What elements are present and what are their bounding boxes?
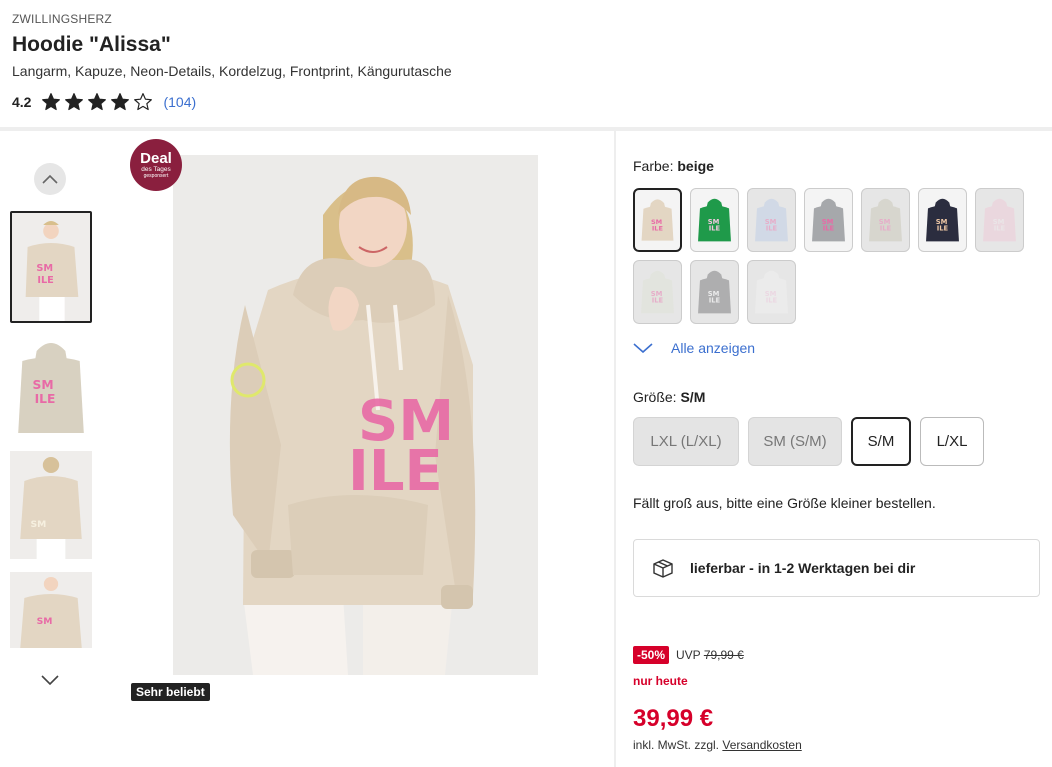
thumbnail-scroll-up-button[interactable] [34,163,66,195]
svg-text:ILE: ILE [937,225,949,233]
rating-count-link[interactable]: (104) [163,94,196,110]
color-label: Farbe: beige [633,158,714,174]
swatch-image: SMILE [641,199,674,241]
selected-color: beige [677,158,714,174]
chevron-up-icon [42,174,58,184]
swatch-image: SMILE [698,198,731,242]
color-swatches: SM ILE SM ILE SM ILE SM ILE SM ILE SM ILE SM ILE SM ILE… [633,188,1033,324]
chevron-down-icon [41,675,59,685]
svg-text:ILE: ILE [348,439,443,504]
swatch-image: SMILE [869,198,902,242]
svg-text:SM: SM [31,520,47,530]
thumbnail-image: SM [10,572,92,648]
svg-text:ILE: ILE [709,225,721,233]
star-empty-icon [134,93,153,111]
thumbnail-scroll-down-button[interactable] [34,664,66,696]
tax-info: inkl. MwSt. zzgl. Versandkosten [633,738,802,752]
thumbnail-1[interactable]: SM ILE [10,211,92,323]
color-swatch[interactable]: SM ILE [633,260,682,324]
thumbnail-image: SM [10,451,92,559]
svg-text:ILE: ILE [823,225,835,233]
size-option-button[interactable]: LXL (L/XL) [633,417,739,466]
rating-value: 4.2 [12,94,32,110]
product-title: Hoodie "Alissa" [12,33,171,56]
color-swatch[interactable]: SM ILE [747,188,796,252]
thumbnail-2[interactable]: SM ILE [10,333,92,439]
thumbnail-image: SM ILE [10,333,92,439]
svg-text:ILE: ILE [709,297,721,305]
uvp-price: UVP 79,99 € [676,648,744,662]
tax-text: inkl. MwSt. zzgl. [633,738,720,752]
thumbnail-3[interactable]: SM [10,451,92,559]
brand-name[interactable]: ZWILLINGSHERZ [12,12,112,26]
thumbnail-image: SM ILE [12,213,90,321]
svg-text:ILE: ILE [880,225,892,233]
discount-badge: -50% [633,646,670,664]
header-divider [0,127,1052,131]
svg-text:SM: SM [33,378,54,392]
selected-size: S/M [680,389,706,405]
deal-badge-sponsored: gesponsert [143,173,169,179]
svg-text:ILE: ILE [766,297,778,305]
color-swatch[interactable]: SM ILE [804,188,853,252]
size-hint: Fällt groß aus, bitte eine Größe kleiner… [633,495,936,511]
swatch-image: SMILE [698,270,731,314]
star-filled-icon [65,93,84,111]
deal-badge-subtitle: des Tages [141,166,171,173]
svg-text:ILE: ILE [35,392,56,406]
svg-text:ILE: ILE [652,224,663,232]
star-filled-icon [42,93,61,111]
star-filled-icon [111,93,130,111]
svg-text:ILE: ILE [37,275,54,286]
main-product-image[interactable]: SM ILE [173,155,538,675]
delivery-text: lieferbar - in 1-2 Werktagen bei dir [690,560,916,576]
svg-text:SM: SM [37,617,53,627]
size-label: Größe: S/M [633,389,705,405]
size-options: LXL (L/XL) SM (S/M) S/M L/XL [633,417,984,466]
svg-text:SM: SM [36,263,53,274]
star-filled-icon [88,93,107,111]
color-swatch[interactable]: SM ILE [690,188,739,252]
size-option-button[interactable]: L/XL [920,417,984,466]
rating[interactable]: 4.2 (104) [12,91,196,113]
product-photo: SM ILE [173,155,538,675]
deal-badge: Deal des Tages gesponsert [130,139,182,191]
color-swatch[interactable]: SM ILE [633,188,682,252]
swatch-image: SMILE [812,198,845,242]
size-option-button[interactable]: SM (S/M) [748,417,842,466]
color-swatch[interactable]: SM ILE [918,188,967,252]
color-swatch[interactable]: SM ILE [861,188,910,252]
product-subtitle: Langarm, Kapuze, Neon-Details, Kordelzug… [12,63,452,79]
size-option-button[interactable]: S/M [851,417,911,466]
color-swatch[interactable]: SM ILE [747,260,796,324]
svg-text:ILE: ILE [652,297,664,305]
package-icon [653,559,673,578]
deal-badge-title: Deal [140,150,172,167]
shipping-costs-link[interactable]: Versandkosten [722,738,801,752]
swatch-image: SMILE [926,198,959,242]
color-swatch[interactable]: SM ILE [690,260,739,324]
column-divider [614,131,616,767]
swatch-image: SMILE [755,198,788,242]
uvp-value: 79,99 € [703,648,744,662]
swatch-image: SMILE [641,270,674,314]
swatch-image: SMILE [755,270,788,314]
rating-stars [41,92,153,112]
chevron-down-icon [633,343,653,353]
uvp-label: UVP [676,648,701,662]
swatch-image: SMILE [983,198,1016,242]
color-swatch[interactable]: SM ILE [975,188,1024,252]
size-label-text: Größe: [633,389,677,405]
color-label-text: Farbe: [633,158,674,174]
show-all-colors-label: Alle anzeigen [671,340,756,356]
svg-text:ILE: ILE [766,225,778,233]
delivery-info: lieferbar - in 1-2 Werktagen bei dir [633,539,1040,597]
thumbnail-4[interactable]: SM [10,572,92,648]
popular-badge: Sehr beliebt [131,683,210,701]
today-only-label: nur heute [633,674,688,688]
show-all-colors-button[interactable]: Alle anzeigen [633,340,755,356]
svg-text:ILE: ILE [994,225,1006,233]
current-price: 39,99 € [633,705,714,732]
